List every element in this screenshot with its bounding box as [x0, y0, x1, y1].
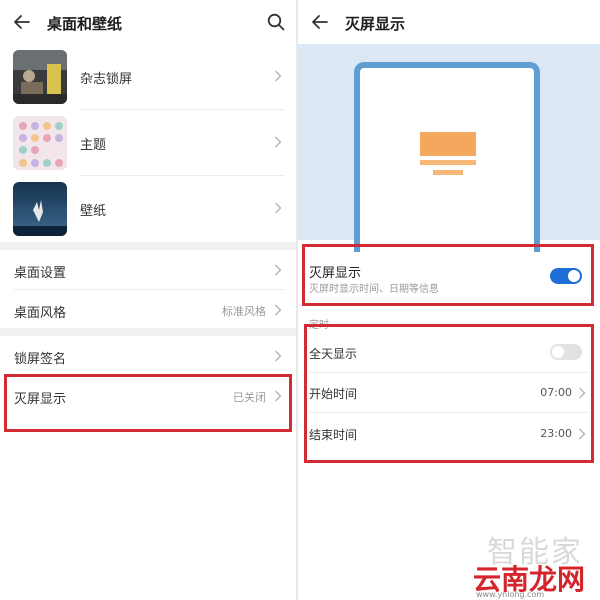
chevron-right-icon	[274, 202, 282, 214]
watermark-url: www.ynlong.com	[476, 590, 545, 599]
chevron-right-icon	[274, 264, 282, 276]
desktop-settings-row[interactable]: 桌面设置	[0, 250, 296, 290]
list-item-theme[interactable]: 主题	[0, 110, 296, 176]
list-item-label: 主题	[80, 138, 107, 153]
section-gap	[0, 328, 296, 336]
list-item-label: 壁纸	[80, 204, 107, 219]
back-arrow-icon[interactable]	[310, 12, 330, 32]
desktop-wallpaper-screen: 桌面和壁纸 杂志锁屏 主题 壁纸 桌面设置 桌面风格 标准风格 锁屏签名 灭屏显…	[0, 0, 296, 600]
section-gap	[0, 242, 296, 250]
chevron-right-icon	[274, 136, 282, 148]
desktop-style-row[interactable]: 桌面风格 标准风格	[0, 290, 296, 330]
row-label: 桌面风格	[14, 306, 67, 321]
always-on-display-screen: 灭屏显示 灭屏显示 灭屏时显示时间、日期等信息 定时 全天显示 开始时间 07:…	[298, 0, 600, 600]
magazine-lock-thumbnail	[13, 50, 67, 104]
highlight-box	[304, 324, 594, 463]
highlight-box	[302, 244, 594, 306]
phone-illustration	[354, 62, 540, 252]
back-arrow-icon[interactable]	[12, 12, 32, 32]
chevron-right-icon	[274, 70, 282, 82]
chevron-right-icon	[274, 304, 282, 316]
theme-thumbnail	[13, 116, 67, 170]
app-bar: 桌面和壁纸	[0, 0, 296, 44]
list-item-wallpaper[interactable]: 壁纸	[0, 176, 296, 242]
highlight-box	[4, 374, 292, 432]
chevron-right-icon	[274, 350, 282, 362]
aod-clock-block	[420, 132, 476, 156]
search-icon[interactable]	[266, 12, 286, 32]
row-label: 锁屏签名	[14, 352, 67, 367]
lockscreen-signature-row[interactable]: 锁屏签名	[0, 336, 296, 376]
row-value: 标准风格	[222, 305, 266, 318]
app-bar: 灭屏显示	[298, 0, 600, 44]
row-label: 桌面设置	[14, 266, 67, 281]
page-title: 桌面和壁纸	[47, 15, 123, 33]
wallpaper-thumbnail	[13, 182, 67, 236]
page-title: 灭屏显示	[345, 15, 406, 33]
list-item-label: 杂志锁屏	[80, 72, 133, 87]
aod-date-line	[420, 160, 476, 165]
aod-info-line	[433, 170, 463, 175]
list-item-magazine-lock[interactable]: 杂志锁屏	[0, 44, 296, 110]
aod-preview	[298, 44, 600, 252]
